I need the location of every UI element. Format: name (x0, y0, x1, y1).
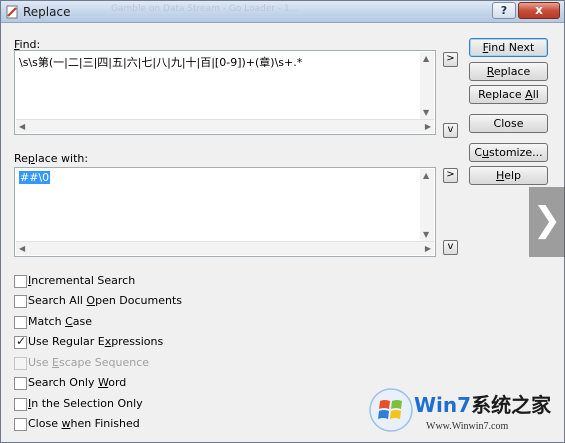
help-title-button[interactable]: ? (492, 2, 516, 19)
replace-history-button[interactable]: > (443, 168, 458, 183)
scroll-down-icon[interactable]: ▼ (423, 108, 429, 117)
incremental-search-checkbox[interactable] (14, 275, 27, 288)
replace-expand-button[interactable]: v (443, 240, 458, 255)
find-input-value: \s\s第(一|二|三|四|五|六|七|八|九|十|百|[0-9])+(章)\s… (19, 56, 303, 69)
find-expand-button[interactable]: v (443, 123, 458, 138)
in-the-selection-only-checkbox[interactable] (14, 398, 27, 411)
watermark-brand: Win7系统之家 (414, 393, 552, 417)
find-vertical-scrollbar[interactable]: ▲ ▼ (420, 52, 434, 119)
scroll-left-icon[interactable]: ◀ (19, 244, 25, 253)
close-button[interactable]: Close (469, 114, 548, 133)
replace-with-label: Replace with: (14, 152, 89, 165)
replace-horizontal-scrollbar[interactable]: ◀ ▶ (16, 241, 434, 255)
window-title: Replace (23, 5, 71, 19)
scroll-up-icon[interactable]: ▲ (423, 54, 429, 63)
find-input[interactable]: \s\s第(一|二|三|四|五|六|七|八|九|十|百|[0-9])+(章)\s… (14, 50, 436, 135)
replace-with-input[interactable]: ##\0 ▲ ▼ ◀ ▶ (14, 167, 436, 257)
use-escape-sequence-checkbox (14, 357, 27, 370)
close-when-finished-checkbox[interactable] (14, 418, 27, 431)
search-all-open-documents-checkbox[interactable] (14, 295, 27, 308)
next-image-arrow-icon[interactable]: ❯ (529, 187, 565, 257)
find-horizontal-scrollbar[interactable]: ◀ ▶ (16, 119, 434, 133)
title-bar[interactable]: Replace Gamble on Data Stream - Go Loade… (1, 1, 564, 23)
replace-all-button[interactable]: Replace All (469, 85, 548, 104)
close-window-button[interactable]: x (518, 2, 560, 19)
search-only-word-checkbox[interactable] (14, 377, 27, 390)
scroll-right-icon[interactable]: ▶ (425, 122, 431, 131)
windows-logo-icon (369, 388, 413, 432)
watermark-url: Www.Winwin7.com (426, 421, 509, 432)
replace-input-value: ##\0 (19, 171, 51, 184)
background-window-title: Gamble on Data Stream - Go Loader - 1... (111, 4, 299, 14)
scroll-up-icon[interactable]: ▲ (423, 171, 429, 180)
match-case-checkbox[interactable] (14, 316, 27, 329)
replace-button[interactable]: Replace (469, 62, 548, 81)
scroll-left-icon[interactable]: ◀ (19, 122, 25, 131)
watermark: Win7系统之家 Www.Winwin7.com (368, 385, 563, 441)
scroll-down-icon[interactable]: ▼ (423, 230, 429, 239)
pencil-app-icon (6, 5, 18, 19)
replace-dialog: Replace Gamble on Data Stream - Go Loade… (0, 0, 565, 443)
customize-button[interactable]: Customize... (469, 143, 548, 162)
help-button[interactable]: Help (469, 166, 548, 185)
find-next-button[interactable]: Find Next (469, 38, 548, 57)
find-history-button[interactable]: > (443, 52, 458, 67)
replace-vertical-scrollbar[interactable]: ▲ ▼ (420, 169, 434, 241)
scroll-right-icon[interactable]: ▶ (425, 244, 431, 253)
use-regular-expressions-checkbox[interactable] (14, 334, 27, 349)
